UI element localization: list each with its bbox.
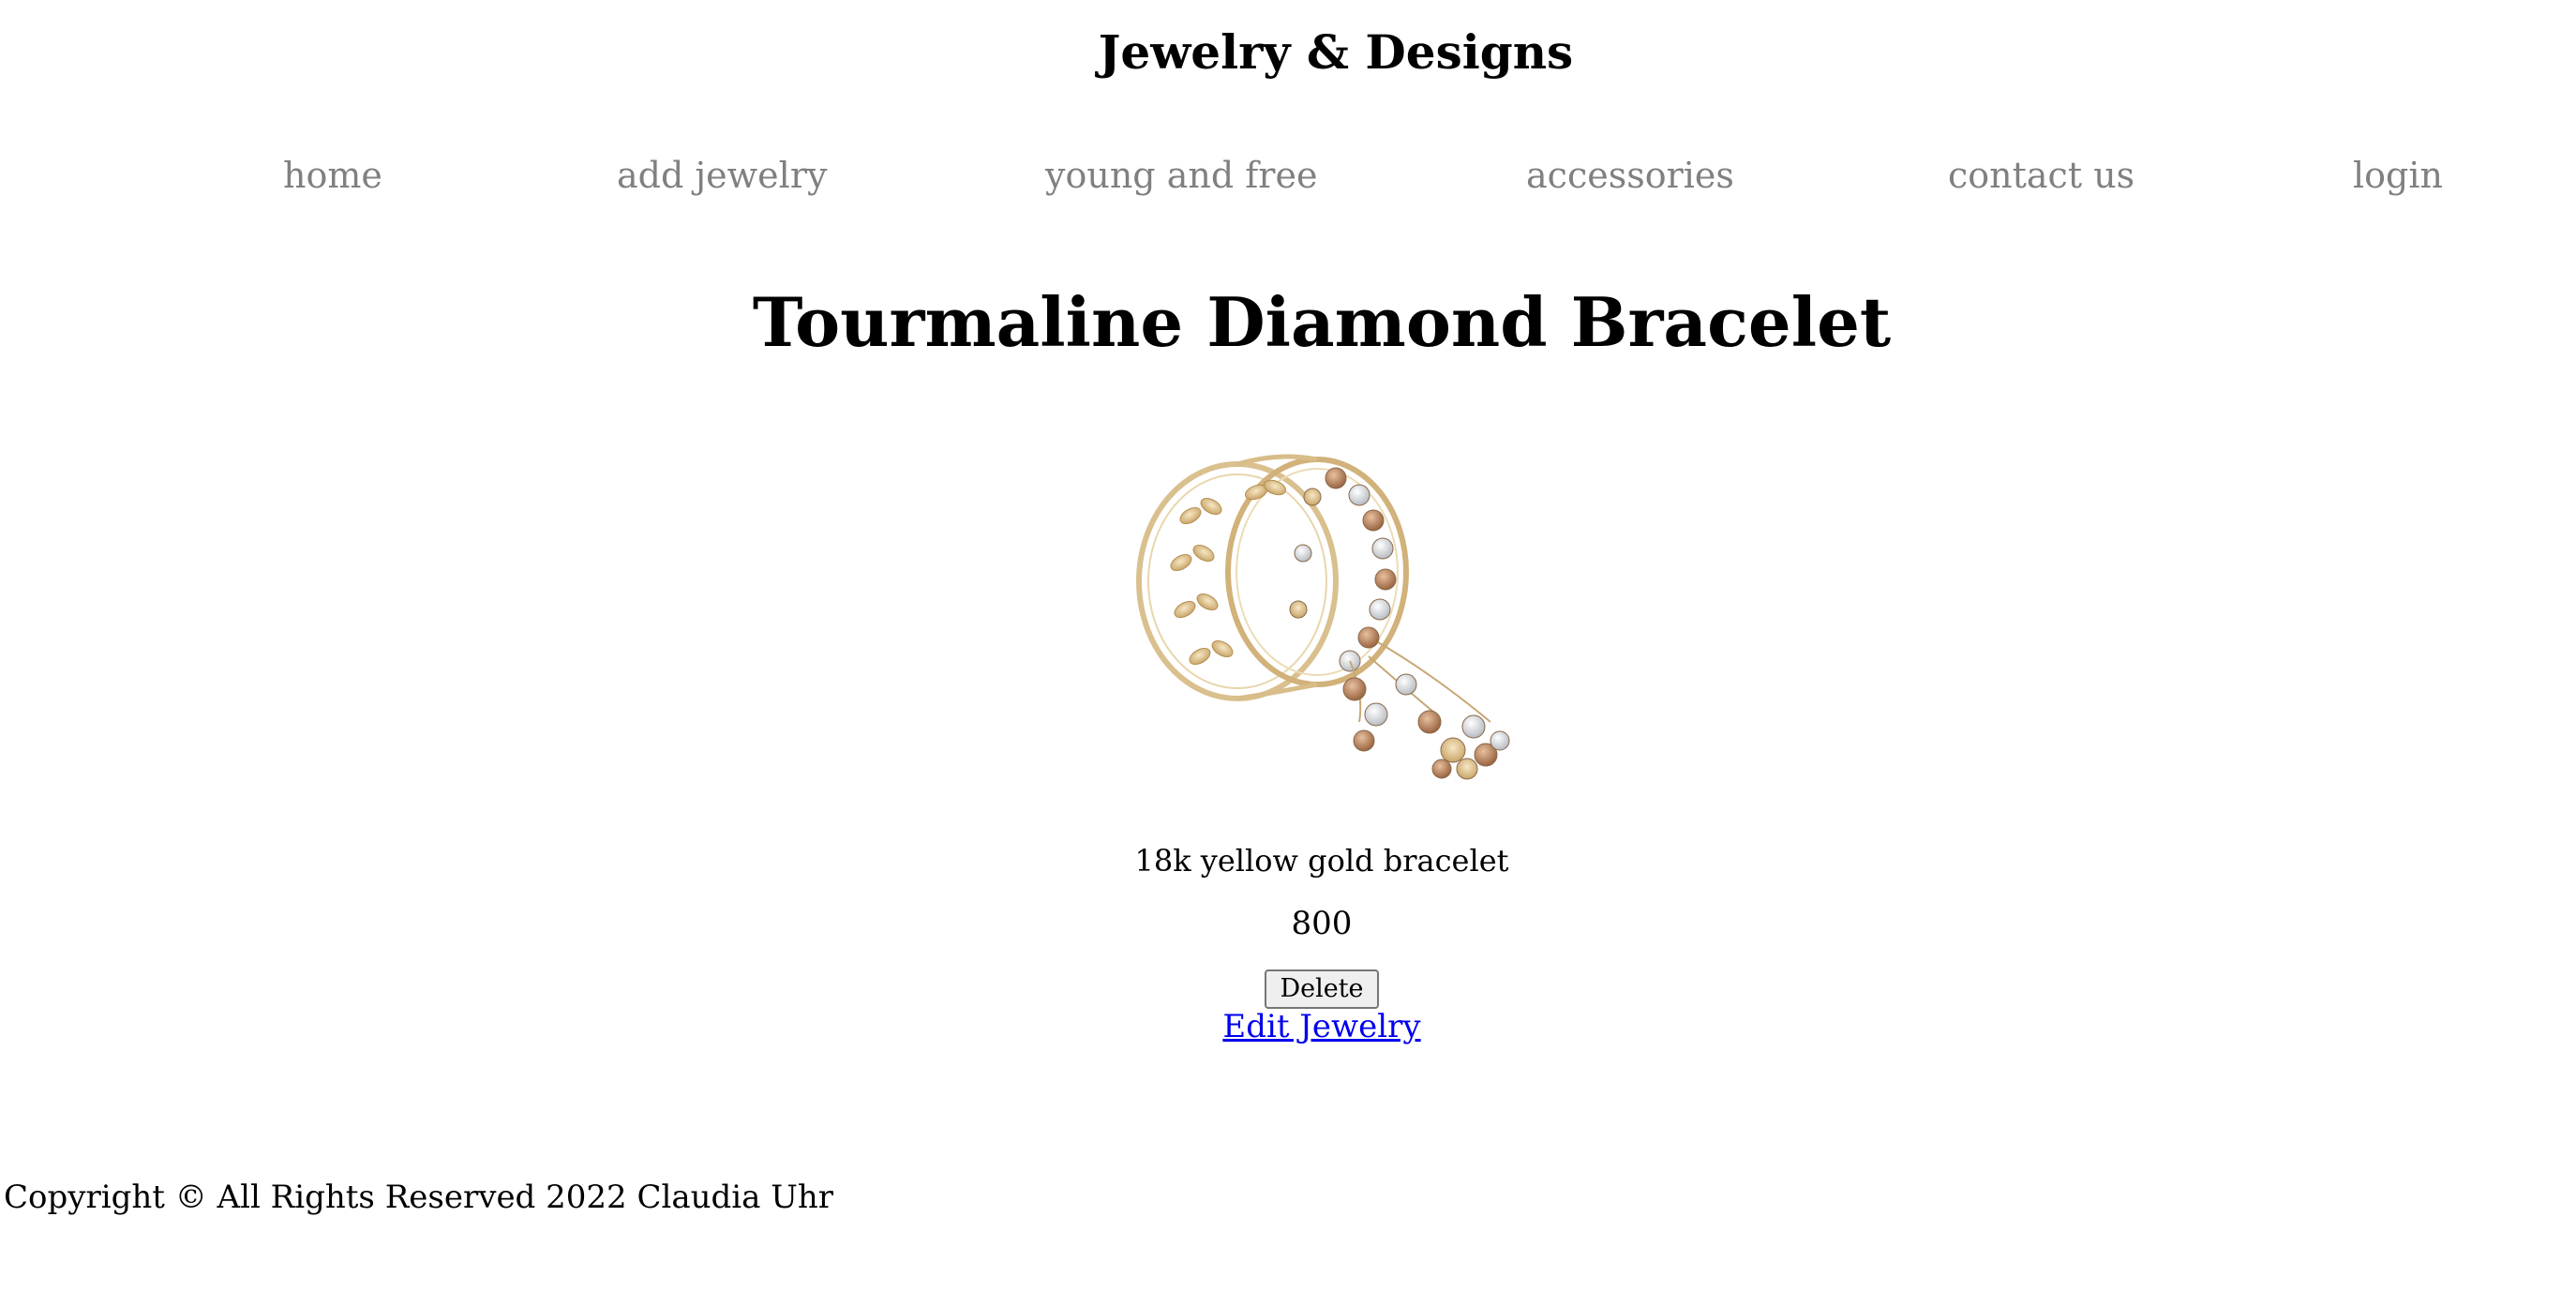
- product-image: [1125, 441, 1519, 788]
- main-nav: home add jewelry young and free accessor…: [0, 152, 2576, 208]
- nav-young-and-free-link[interactable]: young and free: [1045, 152, 1317, 199]
- delete-form: Delete: [0, 969, 2576, 1009]
- nav-accessories-link[interactable]: accessories: [1526, 152, 1734, 199]
- delete-button[interactable]: Delete: [1265, 969, 1379, 1009]
- site-title: Jewelry & Designs: [1098, 24, 1574, 80]
- product-description: 18k yellow gold bracelet: [1134, 843, 1509, 879]
- edit-jewelry-link[interactable]: Edit Jewelry: [1222, 1008, 1420, 1045]
- product-title: Tourmaline Diamond Bracelet: [752, 282, 1892, 362]
- edit-link-wrap: Edit Jewelry: [0, 1005, 2576, 1048]
- bracelet-image: [1136, 454, 1510, 780]
- product-price: 800: [1291, 905, 1353, 942]
- nav-login-link[interactable]: login: [2353, 152, 2443, 199]
- page: Jewelry & Designs home add jewelry young…: [0, 0, 2576, 1292]
- nav-contact-us-link[interactable]: contact us: [1948, 152, 2134, 199]
- footer-copyright: Copyright © All Rights Reserved 2022 Cla…: [4, 1179, 834, 1216]
- nav-home-link[interactable]: home: [283, 152, 382, 199]
- nav-add-jewelry-link[interactable]: add jewelry: [617, 152, 827, 199]
